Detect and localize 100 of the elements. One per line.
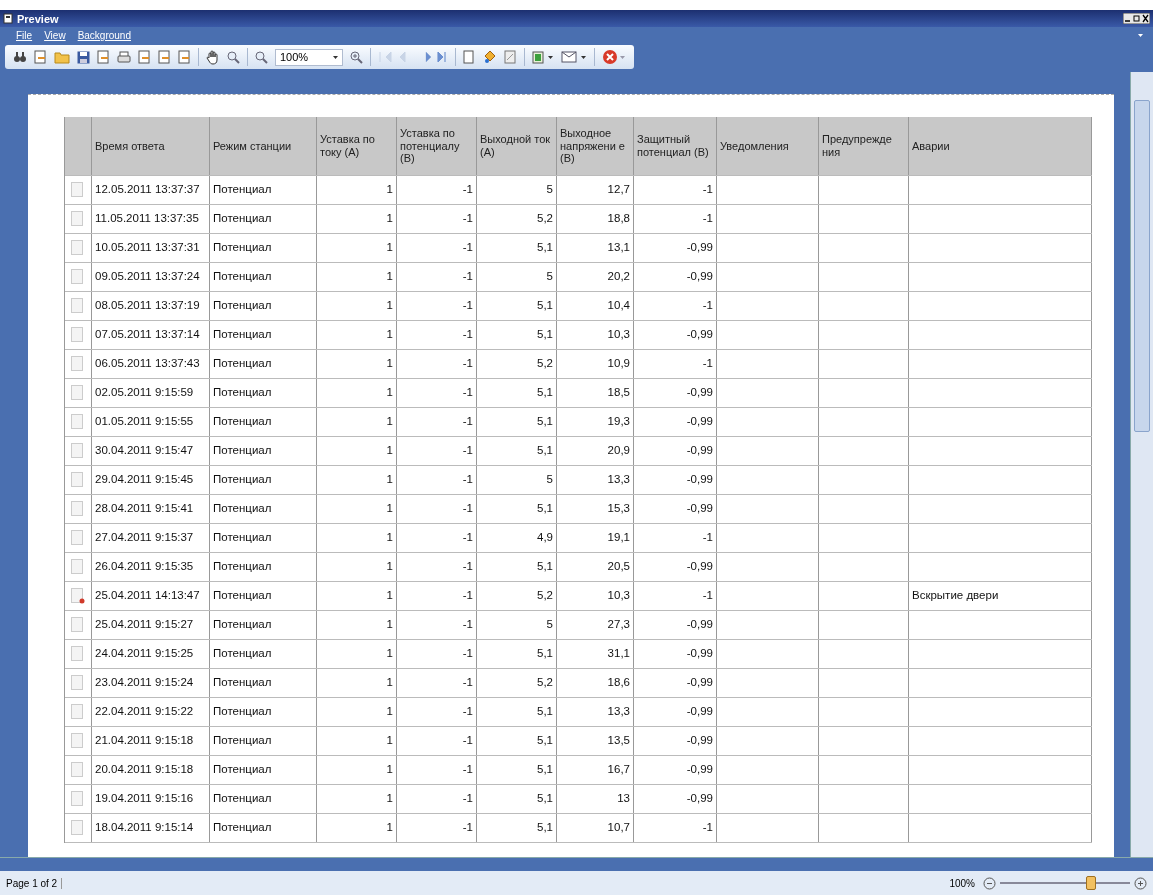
table-cell: Потенциал [213, 676, 272, 690]
table-cell: 1 [386, 734, 393, 748]
table-cell: 19,1 [607, 531, 630, 545]
hand-icon[interactable] [206, 49, 220, 65]
zoom-combo[interactable]: 100% [275, 48, 343, 66]
table-cell: -0,99 [686, 792, 713, 806]
caret-icon[interactable] [333, 55, 338, 59]
window-title: Preview [17, 12, 59, 25]
table-cell: 1 [386, 705, 393, 719]
page-icon[interactable] [178, 50, 191, 64]
table-cell: 10,9 [607, 357, 630, 371]
page-icon[interactable] [34, 50, 47, 64]
save-icon[interactable] [77, 50, 90, 64]
table-cell: 10,4 [607, 299, 630, 313]
page-icon[interactable] [158, 50, 171, 64]
table-cell: Потенциал [213, 705, 272, 719]
zoom-in-icon[interactable] [1134, 876, 1147, 890]
export-icon[interactable] [532, 50, 554, 64]
table-cell: 28.04.2011 9:15:41 [95, 502, 194, 516]
column-header: Выходное напряжени е (В) [557, 117, 634, 175]
table-cell: 08.05.2011 13:37:19 [95, 299, 200, 313]
table-cell: 5 [546, 618, 553, 632]
page-setup-icon[interactable] [463, 50, 476, 64]
table-cell: Потенциал [213, 647, 272, 661]
table-cell: Потенциал [213, 444, 272, 458]
menu-item[interactable]: View [44, 30, 66, 41]
paint-icon[interactable] [483, 50, 497, 64]
table-cell: Потенциал [213, 299, 272, 313]
table-cell: 20,2 [607, 270, 630, 284]
table-cell: 21.04.2011 9:15:18 [95, 734, 194, 748]
table-cell: -0,99 [686, 444, 713, 458]
table-cell: 13 [617, 792, 630, 806]
table-cell: 25.04.2011 14:13:47 [95, 589, 200, 603]
table-cell: 1 [386, 357, 393, 371]
table-cell: 5,2 [537, 589, 553, 603]
table-cell: 30.04.2011 9:15:47 [95, 444, 194, 458]
table-cell: 1 [386, 647, 393, 661]
close-icon[interactable] [602, 49, 626, 65]
table-cell: -1 [462, 705, 473, 719]
table-cell: 5,1 [537, 647, 553, 661]
table-cell: 5 [546, 473, 553, 487]
table-cell: 1 [386, 473, 393, 487]
binoculars-icon[interactable] [13, 50, 27, 64]
table-cell: -0,99 [686, 415, 713, 429]
window-controls[interactable] [1123, 13, 1150, 24]
table-cell: -1 [462, 328, 473, 342]
table-cell: -0,99 [686, 328, 713, 342]
table-cell: 5,1 [537, 792, 553, 806]
table-cell: -1 [462, 299, 473, 313]
table-cell: 31,1 [607, 647, 630, 661]
table-cell: -1 [702, 299, 713, 313]
table-cell: 18,5 [607, 386, 630, 400]
table-cell: -0,99 [686, 647, 713, 661]
table-cell: 5,1 [537, 705, 553, 719]
table-cell: 1 [386, 212, 393, 226]
table-cell: 1 [386, 821, 393, 835]
column-header: Режим станции [210, 117, 317, 175]
watermark-icon[interactable] [504, 50, 517, 64]
table-cell: -1 [462, 647, 473, 661]
table-cell: -1 [702, 821, 713, 835]
page-icon[interactable] [138, 50, 151, 64]
table-cell: 1 [386, 386, 393, 400]
table-cell: 07.05.2011 13:37:14 [95, 328, 200, 342]
navigation-arrows-icon[interactable] [378, 51, 448, 63]
table-cell: -1 [702, 531, 713, 545]
email-icon[interactable] [561, 51, 587, 63]
printer-icon[interactable] [117, 50, 131, 64]
zoom-out-icon[interactable] [983, 876, 996, 890]
table-cell: 1 [386, 531, 393, 545]
zoom-slider[interactable] [1000, 876, 1130, 890]
table-cell: Потенциал [213, 328, 272, 342]
zoom-icon[interactable] [227, 50, 240, 64]
table-cell: 1 [386, 270, 393, 284]
table-cell: Потенциал [213, 502, 272, 516]
table-cell: 10,7 [607, 821, 630, 835]
table-cell: 5,2 [537, 357, 553, 371]
zoom-in-icon[interactable] [350, 50, 363, 64]
column-header: Предупрежде ния [819, 117, 909, 175]
vertical-scrollbar[interactable] [1130, 72, 1153, 857]
table-cell: 1 [386, 763, 393, 777]
table-cell: 5,1 [537, 386, 553, 400]
table-cell: 20,9 [607, 444, 630, 458]
app-icon [3, 13, 13, 24]
table-cell: 23.04.2011 9:15:24 [95, 676, 194, 690]
table-cell: 1 [386, 618, 393, 632]
table-cell: 20.04.2011 9:15:18 [95, 763, 194, 777]
table-cell: 18.04.2011 9:15:14 [95, 821, 194, 835]
page-icon[interactable] [97, 50, 110, 64]
table-cell: Потенциал [213, 386, 272, 400]
menu-item[interactable]: Background [77, 30, 131, 41]
table-cell: 27.04.2011 9:15:37 [95, 531, 194, 545]
table-cell: 1 [386, 299, 393, 313]
zoom-icon[interactable] [255, 50, 268, 64]
table-cell: Потенциал [213, 183, 272, 197]
horizontal-scrollbar[interactable] [0, 857, 1153, 871]
table-cell: -1 [462, 618, 473, 632]
table-cell: -1 [702, 357, 713, 371]
table-cell: 20,5 [607, 560, 630, 574]
menu-item[interactable]: File [16, 30, 33, 41]
column-header: Аварии [909, 117, 1092, 175]
